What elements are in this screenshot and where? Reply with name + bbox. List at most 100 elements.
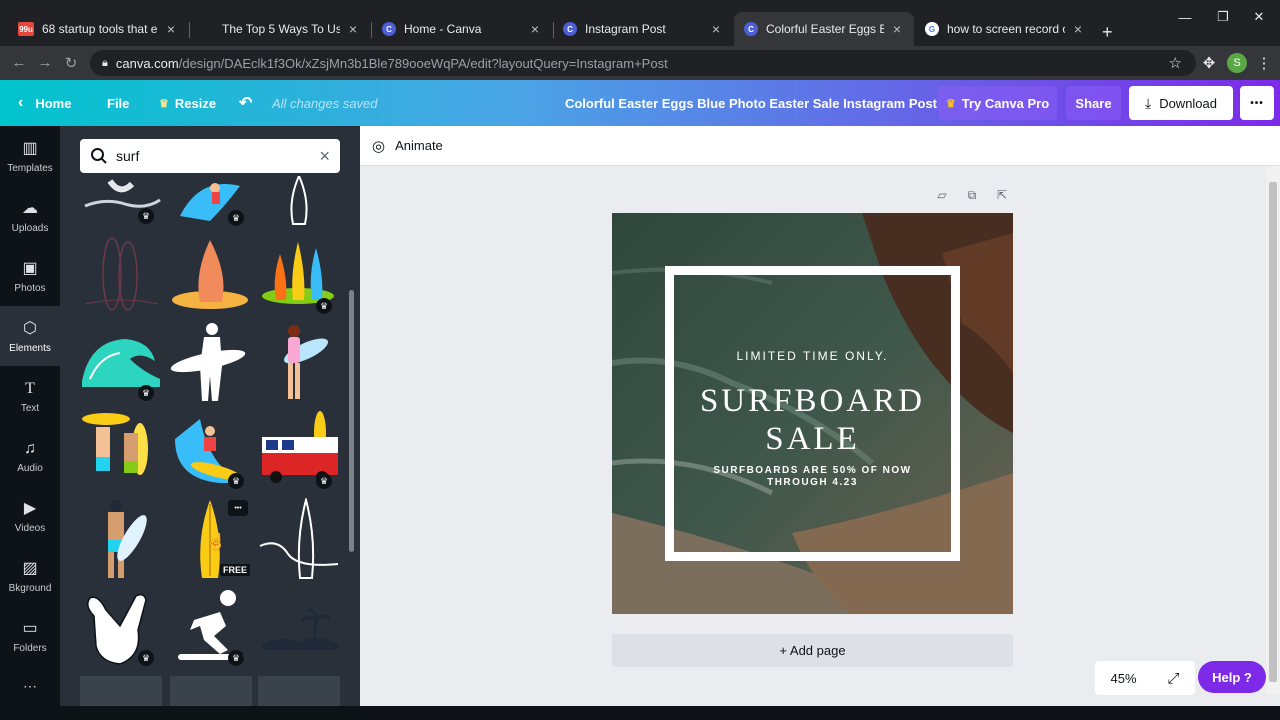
resize-button[interactable]: ♛ Resize bbox=[159, 80, 216, 126]
zoom-control[interactable]: 45% ⤢ bbox=[1095, 661, 1195, 695]
tile-more-button[interactable]: ••• bbox=[228, 500, 248, 516]
browser-tab[interactable]: 99u 68 startup tools that entrepre × bbox=[8, 12, 188, 46]
download-button[interactable]: ⤓ Download bbox=[1129, 86, 1233, 120]
browser-tab-strip: 99u 68 startup tools that entrepre × The… bbox=[0, 0, 1280, 46]
premium-crown-icon: ♛ bbox=[228, 473, 244, 489]
element-tile[interactable]: ♛ bbox=[170, 409, 252, 491]
design-kicker-text[interactable]: LIMITED TIME ONLY. bbox=[612, 349, 1013, 363]
search-input[interactable] bbox=[116, 148, 320, 164]
back-arrow-icon[interactable]: ← bbox=[10, 54, 28, 71]
element-tile[interactable] bbox=[80, 498, 162, 580]
templates-icon: ▥ bbox=[22, 139, 38, 157]
rail-label: Audio bbox=[17, 462, 43, 474]
element-tile[interactable] bbox=[258, 173, 340, 226]
loading-tile bbox=[258, 676, 340, 706]
element-tile[interactable] bbox=[170, 321, 252, 403]
element-tile[interactable]: ♛ bbox=[170, 176, 252, 226]
element-tile[interactable] bbox=[258, 496, 340, 580]
tab-title: how to screen record on hp bbox=[947, 22, 1065, 36]
rail-item-elements[interactable]: ⬡ Elements bbox=[0, 306, 60, 366]
address-bar[interactable]: 🔒︎ canva.com /design/DAEclk1f3Ok/xZsjMn3… bbox=[90, 50, 1196, 76]
close-tab-icon[interactable]: × bbox=[346, 21, 360, 37]
element-tile[interactable] bbox=[80, 409, 162, 491]
help-button[interactable]: Help ? bbox=[1198, 661, 1266, 693]
element-tile[interactable] bbox=[80, 234, 162, 316]
browser-toolbar: ← → ↻ 🔒︎ canva.com /design/DAEclk1f3Ok/x… bbox=[0, 46, 1280, 80]
add-page-button[interactable]: + Add page bbox=[612, 634, 1013, 667]
rail-label: Elements bbox=[9, 342, 51, 354]
lock-icon: 🔒︎ bbox=[102, 56, 108, 69]
design-canvas[interactable]: LIMITED TIME ONLY. SURFBOARD SALE SURFBO… bbox=[612, 213, 1013, 614]
bookmark-star-icon[interactable]: ☆ bbox=[1169, 54, 1182, 72]
rail-item-folders[interactable]: ▭ Folders bbox=[0, 606, 60, 666]
rail-item-background[interactable]: ▨ Bkground bbox=[0, 546, 60, 606]
animate-button[interactable]: Animate bbox=[395, 138, 443, 153]
workspace-scrollbar[interactable] bbox=[1266, 166, 1280, 694]
add-page-icon[interactable]: ⇱ bbox=[994, 188, 1010, 204]
zoom-level[interactable]: 45% bbox=[1110, 671, 1136, 686]
file-menu-button[interactable]: File bbox=[107, 80, 129, 126]
new-tab-button[interactable]: + bbox=[1102, 22, 1113, 43]
element-tile[interactable]: ♛ bbox=[80, 586, 162, 668]
rail-label: Templates bbox=[7, 162, 53, 174]
browser-tab[interactable]: C Home - Canva × bbox=[372, 12, 552, 46]
rail-item-photos[interactable]: ▣ Photos bbox=[0, 246, 60, 306]
close-tab-icon[interactable]: × bbox=[709, 21, 723, 37]
close-tab-icon[interactable]: × bbox=[164, 21, 178, 37]
panel-scrollbar[interactable] bbox=[349, 290, 354, 552]
undo-icon[interactable]: ↶ bbox=[239, 80, 252, 126]
browser-tab-active[interactable]: C Colorful Easter Eggs Blue Pho × bbox=[734, 12, 914, 46]
browser-tab[interactable]: The Top 5 Ways To Use Canva × bbox=[190, 12, 370, 46]
design-headline-line-1[interactable]: SURFBOARD bbox=[612, 383, 1013, 420]
editor-workspace: ◎ Animate ▱ ⧉ ⇱ LIMITED TIME ONLY. SURFB… bbox=[360, 126, 1280, 706]
surfer-silhouette-graphic bbox=[170, 323, 246, 401]
more-options-button[interactable]: ••• bbox=[1240, 86, 1274, 120]
rail-item-templates[interactable]: ▥ Templates bbox=[0, 126, 60, 186]
profile-avatar[interactable]: S bbox=[1227, 53, 1247, 73]
element-tile[interactable] bbox=[170, 234, 252, 316]
close-tab-icon[interactable]: × bbox=[890, 21, 904, 37]
browser-tab[interactable]: C Instagram Post × bbox=[553, 12, 733, 46]
document-title[interactable]: Colorful Easter Eggs Blue Photo Easter S… bbox=[560, 80, 942, 126]
fullscreen-icon[interactable]: ⤢ bbox=[1167, 670, 1179, 687]
scrollbar-thumb[interactable] bbox=[1269, 182, 1277, 682]
url-path: /design/DAEclk1f3Ok/xZsjMn3b1Ble789ooeWq… bbox=[178, 55, 668, 71]
rail-item-audio[interactable]: ♫ Audio bbox=[0, 426, 60, 486]
duplicate-page-icon[interactable]: ⧉ bbox=[964, 188, 980, 204]
home-label: Home bbox=[35, 95, 72, 111]
browser-menu-icon[interactable]: ⋮ bbox=[1255, 54, 1273, 72]
rail-item-uploads[interactable]: ☁ Uploads bbox=[0, 186, 60, 246]
element-tile[interactable]: ♛ bbox=[80, 321, 162, 403]
animate-icon[interactable]: ◎ bbox=[372, 137, 385, 155]
extensions-puzzle-icon[interactable]: ✥ bbox=[1200, 54, 1218, 72]
rail-item-videos[interactable]: ▶ Videos bbox=[0, 486, 60, 546]
element-tile[interactable] bbox=[258, 321, 340, 403]
search-box[interactable]: × bbox=[80, 139, 340, 173]
close-window-icon[interactable]: ✕ bbox=[1238, 0, 1280, 34]
element-tile[interactable]: ♛ bbox=[258, 409, 340, 491]
forward-arrow-icon[interactable]: → bbox=[36, 54, 54, 71]
rail-item-text[interactable]: T Text bbox=[0, 366, 60, 426]
close-tab-icon[interactable]: × bbox=[1071, 21, 1085, 37]
design-subline-2[interactable]: THROUGH 4.23 bbox=[612, 477, 1013, 488]
google-favicon-icon: G bbox=[925, 22, 939, 36]
tab-favicon-icon bbox=[200, 22, 214, 36]
browser-tab[interactable]: G how to screen record on hp × bbox=[915, 12, 1095, 46]
tab-title: Instagram Post bbox=[585, 22, 666, 36]
element-tile[interactable]: ♛ bbox=[170, 586, 252, 668]
chevron-left-icon: ‹ bbox=[18, 94, 24, 111]
element-tile[interactable] bbox=[258, 586, 340, 668]
design-headline-line-2[interactable]: SALE bbox=[612, 421, 1013, 458]
element-tile[interactable]: ♛ bbox=[80, 176, 162, 224]
reload-icon[interactable]: ↻ bbox=[62, 54, 80, 72]
element-tile[interactable]: ♛ bbox=[258, 234, 340, 316]
rail-more-icon[interactable]: ⋯ bbox=[0, 666, 60, 706]
try-canva-pro-button[interactable]: ♛ Try Canva Pro bbox=[938, 86, 1057, 120]
design-subline-1[interactable]: SURFBOARDS ARE 50% OF NOW bbox=[612, 465, 1013, 476]
add-note-icon[interactable]: ▱ bbox=[934, 188, 950, 204]
share-button[interactable]: Share bbox=[1066, 86, 1121, 120]
close-tab-icon[interactable]: × bbox=[528, 21, 542, 37]
home-button[interactable]: ‹ Home bbox=[18, 80, 71, 126]
element-tile-hovered[interactable]: ••• FREE ☝ bbox=[170, 498, 252, 580]
clear-search-icon[interactable]: × bbox=[319, 146, 330, 167]
